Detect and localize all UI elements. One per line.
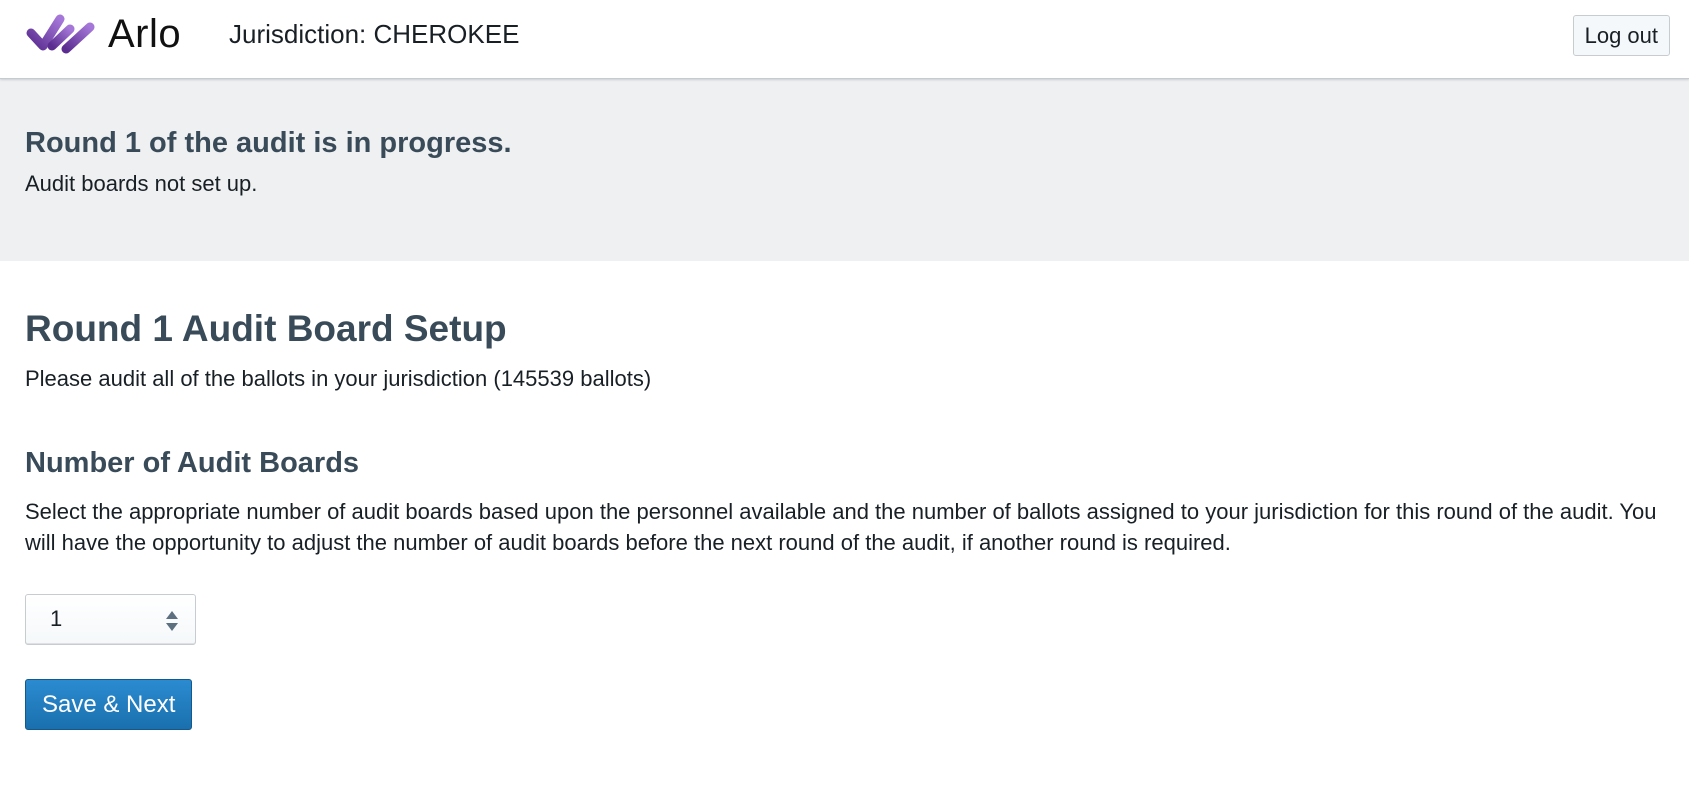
status-banner: Round 1 of the audit is in progress. Aud… — [0, 79, 1689, 261]
audit-board-count-select[interactable]: 1 — [25, 594, 196, 645]
up-down-caret-icon — [166, 611, 178, 631]
top-navbar: Arlo Jurisdiction: CHEROKEE Log out — [0, 0, 1689, 79]
page-title: Round 1 Audit Board Setup — [25, 308, 507, 349]
status-subtitle: Audit boards not set up. — [25, 171, 258, 196]
status-title: Round 1 of the audit is in progress. — [25, 127, 512, 159]
setup-description: Please audit all of the ballots in your … — [25, 366, 652, 391]
arlo-logo[interactable]: Arlo — [26, 12, 181, 56]
app-name: Arlo — [108, 12, 182, 56]
select-value: 1 — [50, 606, 63, 631]
save-next-button[interactable]: Save & Next — [25, 679, 193, 730]
arlo-checkmark-logo-icon — [26, 14, 95, 54]
audit-boards-description: Select the appropriate number of audit b… — [25, 499, 1657, 555]
section-title-audit-boards: Number of Audit Boards — [25, 447, 360, 479]
logout-button[interactable]: Log out — [1572, 15, 1670, 56]
jurisdiction-label: Jurisdiction: CHEROKEE — [229, 19, 520, 49]
main-content: Round 1 Audit Board Setup Please audit a… — [0, 307, 1689, 730]
